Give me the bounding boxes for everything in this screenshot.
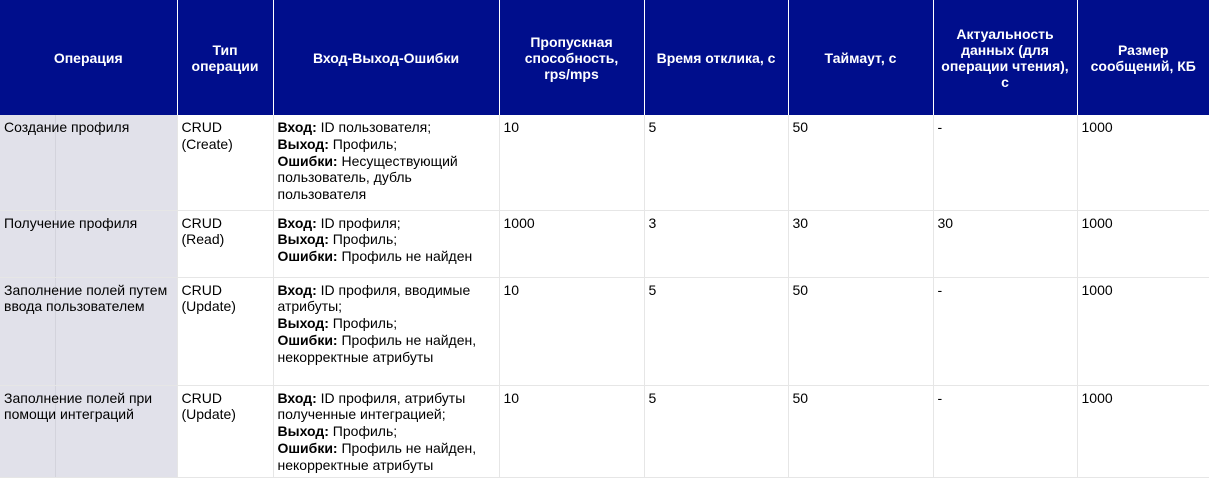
cell-io-errors: Вход: ID профиля, атрибуты полученные ин… (273, 385, 500, 478)
header-response-time: Время отклика, с (644, 0, 789, 115)
table-row: Получение профиля CRUD (Read) Вход: ID п… (0, 210, 1209, 278)
cell-freshness: - (933, 385, 1078, 478)
table-row: Заполнение полей при помощи интеграций C… (0, 385, 1209, 478)
header-row: Операция Тип операции Вход-Выход-Ошибки … (0, 0, 1209, 115)
cell-timeout: 50 (788, 115, 934, 211)
input-value: ID пользователя; (316, 119, 432, 135)
output-value: Профиль; (328, 231, 398, 248)
cell-operation: Создание профиля (0, 115, 178, 211)
table-row: Заполнение полей путем ввода пользовател… (0, 277, 1209, 386)
input-label: Вход: (277, 119, 317, 135)
cell-freshness: - (933, 115, 1078, 211)
cell-throughput: 10 (499, 277, 645, 386)
input-label: Вход: (277, 389, 317, 406)
cell-freshness: 30 (933, 210, 1078, 278)
errors-label: Ошибки: (277, 152, 338, 169)
requirements-table: Операция Тип операции Вход-Выход-Ошибки … (0, 0, 1209, 478)
header-throughput: Пропускная способность, rps/mps (499, 0, 645, 115)
cell-op-type: CRUD (Read) (177, 210, 274, 278)
input-label: Вход: (277, 214, 317, 231)
errors-label: Ошибки: (277, 331, 338, 348)
output-label: Выход: (277, 315, 329, 332)
cell-message-size: 1000 (1077, 277, 1209, 386)
output-value: Профиль; (328, 135, 398, 152)
cell-response-time: 3 (644, 210, 789, 278)
cell-throughput: 10 (499, 385, 645, 478)
cell-throughput: 10 (499, 115, 645, 211)
output-label: Выход: (277, 135, 329, 152)
header-operation: Операция (0, 0, 178, 115)
cell-operation: Получение профиля (0, 210, 178, 278)
cell-message-size: 1000 (1077, 210, 1209, 278)
table-row: Создание профиля CRUD (Create) Вход: ID … (0, 115, 1209, 211)
header-timeout: Таймаут, с (788, 0, 934, 115)
output-value: Профиль; (328, 315, 398, 332)
input-value: ID профиля; (316, 214, 401, 231)
cell-response-time: 5 (644, 115, 789, 211)
errors-label: Ошибки: (277, 248, 338, 265)
cell-timeout: 30 (788, 210, 934, 278)
cell-op-type: CRUD (Update) (177, 277, 274, 386)
cell-op-type: CRUD (Create) (177, 115, 274, 211)
input-label: Вход: (277, 281, 317, 298)
header-message-size: Размер сообщений, КБ (1077, 0, 1209, 115)
cell-io-errors: Вход: ID пользователя; Выход: Профиль; О… (273, 115, 500, 211)
errors-value: Профиль не найден (337, 248, 473, 265)
output-label: Выход: (277, 423, 329, 440)
cell-io-errors: Вход: ID профиля, вводимые атрибуты; Вых… (273, 277, 500, 386)
cell-timeout: 50 (788, 277, 934, 386)
errors-label: Ошибки: (277, 439, 338, 456)
cell-op-type: CRUD (Update) (177, 385, 274, 478)
header-freshness: Актуальность данных (для операции чтения… (933, 0, 1078, 115)
output-value: Профиль; (328, 423, 398, 440)
cell-message-size: 1000 (1077, 115, 1209, 211)
cell-operation: Заполнение полей путем ввода пользовател… (0, 277, 178, 386)
cell-throughput: 1000 (499, 210, 645, 278)
output-label: Выход: (277, 231, 329, 248)
cell-freshness: - (933, 277, 1078, 386)
cell-response-time: 5 (644, 385, 789, 478)
header-io-errors: Вход-Выход-Ошибки (273, 0, 500, 115)
cell-operation: Заполнение полей при помощи интеграций (0, 385, 178, 478)
header-op-type: Тип операции (177, 0, 274, 115)
cell-timeout: 50 (788, 385, 934, 478)
cell-message-size: 1000 (1077, 385, 1209, 478)
cell-response-time: 5 (644, 277, 789, 386)
cell-io-errors: Вход: ID профиля; Выход: Профиль; Ошибки… (273, 210, 500, 278)
